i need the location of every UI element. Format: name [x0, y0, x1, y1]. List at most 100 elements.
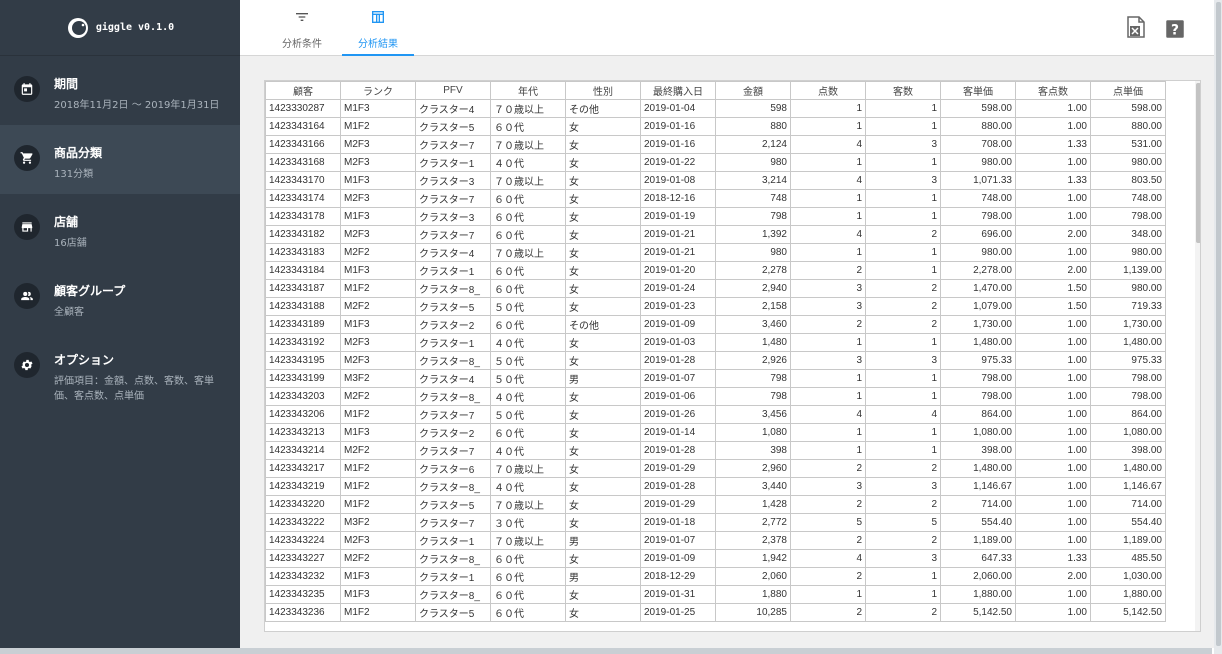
column-header[interactable]: 客数 [865, 81, 941, 100]
table-cell: クラスター8_ [415, 387, 491, 406]
table-cell: M2F2 [340, 243, 416, 262]
sidebar-item-customer-group[interactable]: 顧客グループ 全顧客 [0, 263, 240, 332]
table-row[interactable]: 1423343214 M2F2 クラスター7 ４０代女 2019-01-28 398 1 1 3… [265, 441, 1166, 460]
table-cell: 2,124 [715, 135, 791, 154]
column-header[interactable]: ランク [340, 81, 416, 100]
table-cell: 1,139.00 [1090, 261, 1166, 280]
tab-analysis-results[interactable]: 分析結果 [342, 0, 414, 56]
column-header[interactable]: 顧客 [265, 81, 341, 100]
page-scrollbar-thumb[interactable] [1216, 2, 1221, 646]
table-cell: 女 [565, 207, 641, 226]
table-scrollbar[interactable] [1195, 81, 1200, 631]
table-row[interactable]: 1423343187 M1F2 クラスター8_ ６０代女 2019-01-24 2,940… [265, 279, 1166, 298]
table-scrollbar-thumb[interactable] [1196, 83, 1200, 243]
table-cell: ５０代 [490, 297, 566, 316]
table-cell: クラスター4 [415, 99, 491, 118]
table-row[interactable]: 1423343188 M2F2 クラスター5 ５０代女 2019-01-23 2,158 3… [265, 297, 1166, 316]
table-cell: クラスター8_ [415, 549, 491, 568]
table-row[interactable]: 1423330287 M1F3 クラスター4 ７０歳以上 その他 2019-01-04 59… [265, 99, 1166, 118]
table-cell: 3 [865, 351, 941, 370]
table-row[interactable]: 1423343232 M1F3 クラスター1 ６０代男 2018-12-29 2,060 2… [265, 567, 1166, 586]
tab-analysis-conditions[interactable]: 分析条件 [266, 0, 338, 56]
table-cell: 1 [790, 333, 866, 352]
table-cell: 1.00 [1015, 513, 1091, 532]
table-cell: 2,378 [715, 531, 791, 550]
column-header[interactable]: 最終購入日 [640, 81, 716, 100]
table-cell: 1.00 [1015, 477, 1091, 496]
table-cell: 3,456 [715, 405, 791, 424]
table-cell: M1F3 [340, 171, 416, 190]
table-cell: 女 [565, 405, 641, 424]
table-row[interactable]: 1423343195 M2F3 クラスター8_ ５０代女 2019-01-28 2,926… [265, 351, 1166, 370]
column-header[interactable]: 客点数 [1015, 81, 1091, 100]
column-header[interactable]: PFV [415, 81, 491, 100]
table-row[interactable]: 1423343184 M1F3 クラスター1 ６０代女 2019-01-20 2,278 2… [265, 261, 1166, 280]
table-row[interactable]: 1423343182 M2F3 クラスター7 ６０代女 2019-01-21 1,392 4… [265, 225, 1166, 244]
sidebar-item-period[interactable]: 期間 2018年11月2日 ～ 2019年1月31日 [0, 56, 240, 125]
column-header[interactable]: 客単価 [940, 81, 1016, 100]
sidebar-item-options[interactable]: オプション 評価項目：金額、点数、客数、客単価、客点数、点単価 [0, 332, 240, 422]
table-row[interactable]: 1423343183 M2F2 クラスター4 ７０歳以上女 2019-01-21 980 1… [265, 243, 1166, 262]
table-cell: 3 [790, 477, 866, 496]
horizontal-scrollbar[interactable] [0, 648, 1212, 654]
table-row[interactable]: 1423343220 M1F2 クラスター5 ７０歳以上女 2019-01-29 1,42… [265, 495, 1166, 514]
table-row[interactable]: 1423343219 M1F2 クラスター8_ ４０代女 2019-01-28 3,440… [265, 477, 1166, 496]
table-cell: 1 [865, 261, 941, 280]
table-row[interactable]: 1423343227 M2F2 クラスター8_ ６０代女 2019-01-09 1,942… [265, 549, 1166, 568]
table-cell: 398.00 [940, 441, 1016, 460]
table-row[interactable]: 1423343178 M1F3 クラスター3 ６０代女 2019-01-19 798 1 1 7… [265, 207, 1166, 226]
table-row[interactable]: 1423343199 M3F2 クラスター4 ５０代男 2019-01-07 798 1 1 7… [265, 369, 1166, 388]
sidebar-item-category[interactable]: 商品分類 131分類 [0, 125, 240, 194]
table-cell: 980.00 [940, 243, 1016, 262]
table-row[interactable]: 1423343189 M1F3 クラスター2 ６０代 その他 2019-01-09 3,46… [265, 315, 1166, 334]
table-cell: 女 [565, 603, 641, 622]
tab-label: 分析結果 [358, 39, 398, 50]
table-cell: 2,772 [715, 513, 791, 532]
table-row[interactable]: 1423343236 M1F2 クラスター5 ６０代女 2019-01-25 10,285… [265, 603, 1166, 622]
column-header[interactable]: 点数 [790, 81, 866, 100]
table-row[interactable]: 1423343166 M2F3 クラスター7 ７０歳以上女 2019-01-16 2,12… [265, 135, 1166, 154]
results-table: 顧客 ランク PFV 年代 性別 最終購入日 金額 点数 客数 客単価 客点数 点単価 1423330… [265, 81, 1166, 622]
table-cell: 1.50 [1015, 279, 1091, 298]
table-cell: 1423343192 [265, 333, 341, 352]
table-cell: ６０代 [490, 567, 566, 586]
table-row[interactable]: 1423343206 M1F2 クラスター7 ５０代女 2019-01-26 3,456 4… [265, 405, 1166, 424]
table-row[interactable]: 1423343224 M2F3 クラスター1 ７０歳以上男 2019-01-07 2,37… [265, 531, 1166, 550]
table-row[interactable]: 1423343222 M3F2 クラスター7 ３０代女 2019-01-18 2,772 5… [265, 513, 1166, 532]
table-row[interactable]: 1423343213 M1F3 クラスター2 ６０代女 2019-01-14 1,080 1… [265, 423, 1166, 442]
table-row[interactable]: 1423343168 M2F3 クラスター1 ４０代女 2019-01-22 980 1 1 9… [265, 153, 1166, 172]
table-cell: 女 [565, 387, 641, 406]
table-cell: 2 [790, 459, 866, 478]
table-cell: 1.00 [1015, 441, 1091, 460]
sidebar-item-sub: 全顧客 [54, 307, 84, 318]
column-header[interactable]: 性別 [565, 81, 641, 100]
table-cell: 1423330287 [265, 99, 341, 118]
table-cell: 864.00 [1090, 405, 1166, 424]
results-table-container[interactable]: 顧客 ランク PFV 年代 性別 最終購入日 金額 点数 客数 客単価 客点数 点単価 1423330… [264, 80, 1201, 632]
table-row[interactable]: 1423343217 M1F2 クラスター6 ７０歳以上女 2019-01-29 2,96… [265, 459, 1166, 478]
table-cell: 2.00 [1015, 567, 1091, 586]
table-cell: 2019-01-07 [640, 531, 716, 550]
top-header: 分析条件 分析結果 ? [240, 0, 1222, 56]
column-header[interactable]: 金額 [715, 81, 791, 100]
table-cell: クラスター7 [415, 513, 491, 532]
excel-icon[interactable] [1126, 16, 1146, 38]
table-cell: 1 [865, 567, 941, 586]
table-cell: 1,480.00 [940, 333, 1016, 352]
table-cell: 1 [790, 423, 866, 442]
table-row[interactable]: 1423343174 M2F3 クラスター7 ６０代女 2018-12-16 748 1 1 7… [265, 189, 1166, 208]
table-cell: 4 [790, 405, 866, 424]
table-row[interactable]: 1423343170 M1F3 クラスター3 ７０歳以上女 2019-01-08 3,21… [265, 171, 1166, 190]
table-row[interactable]: 1423343164 M1F2 クラスター5 ６０代女 2019-01-16 880 1 1 8… [265, 117, 1166, 136]
column-header[interactable]: 年代 [490, 81, 566, 100]
table-cell: クラスター7 [415, 189, 491, 208]
sidebar-item-store[interactable]: 店舗 16店舗 [0, 194, 240, 263]
table-cell: 1 [790, 441, 866, 460]
table-row[interactable]: 1423343203 M2F2 クラスター8_ ４０代女 2019-01-06 798 1 1… [265, 387, 1166, 406]
column-header[interactable]: 点単価 [1090, 81, 1166, 100]
help-icon[interactable]: ? [1165, 18, 1185, 40]
table-cell: 1423343164 [265, 117, 341, 136]
table-row[interactable]: 1423343192 M2F3 クラスター1 ４０代女 2019-01-03 1,480 1… [265, 333, 1166, 352]
table-row[interactable]: 1423343235 M1F3 クラスター8_ ６０代女 2019-01-31 1,880… [265, 585, 1166, 604]
table-cell: 4 [865, 405, 941, 424]
